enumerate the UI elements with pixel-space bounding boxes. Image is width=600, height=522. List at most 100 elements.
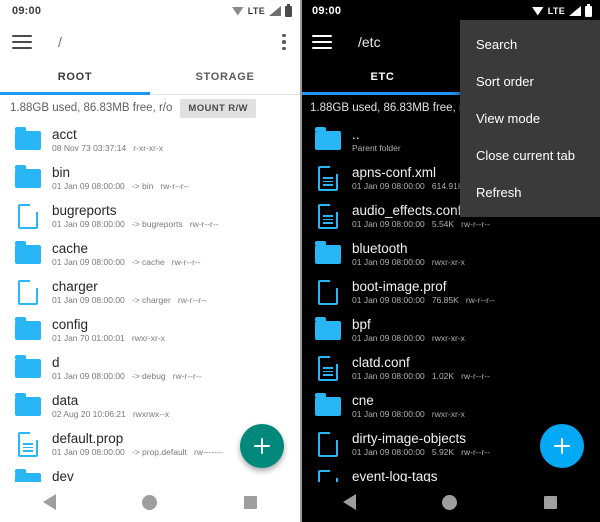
left-phone-screen: 09:00 LTE / ROOT STORAGE 1.88GB used, 86… [0,0,300,522]
tab-storage[interactable]: STORAGE [150,62,300,92]
file-list-item[interactable]: cne 01 Jan 09 08:00:00 rwxr-xr-x [300,387,600,425]
storage-info-strip: 1.88GB used, 86.83MB free, r/o MOUNT R/W [0,95,300,121]
battery-icon [585,3,592,17]
file-name-label: config [52,316,89,332]
storage-usage-label: 1.88GB used, 86.83MB free, r/o [310,102,473,114]
file-item-meta: d 01 Jan 09 08:00:00 -> debug rw-r--r-- [52,355,292,382]
folder-icon [15,126,41,150]
tab-active-indicator [0,92,150,95]
file-name-label: cache [52,240,89,256]
file-list-item[interactable]: bluetooth 01 Jan 09 08:00:00 rwxr-xr-x [300,235,600,273]
file-icon [318,203,338,229]
hamburger-menu-icon[interactable] [12,35,32,49]
right-phone-screen: 09:00 LTE /etc ETC 1.88GB used, 86.83MB … [300,0,600,522]
back-icon[interactable] [343,494,357,510]
status-clock: 09:00 [12,5,42,17]
recents-icon[interactable] [243,495,257,509]
file-details-label: 01 Jan 09 08:00:00 rwxr-xr-x [352,408,465,419]
add-fab-button[interactable] [540,424,584,468]
file-name-label: boot-image.prof [352,278,447,294]
file-details-label: 01 Jan 70 01:00:01 rwxr-xr-x [52,332,165,343]
status-bar: 09:00 LTE [300,0,600,22]
file-item-meta: boot-image.prof 01 Jan 09 08:00:00 76.85K… [352,279,592,306]
recents-icon[interactable] [543,495,557,509]
file-name-label: bugreports [52,202,117,218]
current-path-label: /etc [358,34,381,50]
signal-icon [269,6,281,16]
file-details-label: 01 Jan 09 08:00:00 -> bugreports rw-r--r… [52,218,219,229]
file-list-item[interactable]: config 01 Jan 70 01:00:01 rwxr-xr-x [0,311,300,349]
file-list-item[interactable]: acct 08 Nov 73 03:37:14 r-xr-xr-x [0,121,300,159]
file-name-label: bluetooth [352,240,408,256]
tab-root[interactable]: ROOT [0,62,150,92]
file-list-item[interactable]: cache 01 Jan 09 08:00:00 -> cache rw-r--r… [0,235,300,273]
home-icon[interactable] [442,494,458,510]
home-icon[interactable] [142,494,158,510]
file-icon [318,431,338,457]
file-name-label: cne [352,392,374,408]
overflow-dropdown-menu[interactable]: Search Sort order View mode Close current t… [460,20,600,217]
file-item-meta: clatd.conf 01 Jan 09 08:00:00 1.02K rw-r-… [352,355,592,382]
wifi-icon [531,6,544,16]
file-list-item[interactable]: bpf 01 Jan 09 08:00:00 rwxr-xr-x [300,311,600,349]
file-icon [318,355,338,381]
file-details-label: 01 Jan 09 08:00:00 -> cache rw-r--r-- [52,256,201,267]
wifi-icon [231,6,244,16]
system-navigation-bar [0,482,300,522]
file-icon [18,279,38,305]
file-list-item[interactable]: data 02 Aug 20 10:06:21 rwxrwx--x [0,387,300,425]
file-item-meta: bugreports 01 Jan 09 08:00:00 -> bugrepor… [52,203,292,230]
file-icon [318,165,338,191]
folder-icon [315,126,341,150]
status-bar: 09:00 LTE [0,0,300,22]
file-details-label: 01 Jan 09 08:00:00 5.54K rw-r--r-- [352,218,490,229]
file-item-meta: cne 01 Jan 09 08:00:00 rwxr-xr-x [352,393,592,420]
file-list-item[interactable]: clatd.conf 01 Jan 09 08:00:00 1.02K rw-r-… [300,349,600,387]
file-list-item[interactable]: charger 01 Jan 09 08:00:00 -> charger rw-… [0,273,300,311]
folder-icon [315,240,341,264]
tab-bar: ROOT STORAGE [0,62,300,95]
overflow-menu-icon[interactable] [276,32,288,53]
file-details-label: 01 Jan 09 08:00:00 rwxr-xr-x [352,332,465,343]
file-details-label: 01 Jan 09 08:00:00 -> bin rw-r--r-- [52,180,190,191]
plus-icon [554,438,570,454]
file-icon-lines [323,215,333,224]
storage-usage-label: 1.88GB used, 86.83MB free, r/o [10,102,173,114]
file-details-label: 01 Jan 09 08:00:00 -> charger rw-r--r-- [52,294,207,305]
file-list-item[interactable]: d 01 Jan 09 08:00:00 -> debug rw-r--r-- [0,349,300,387]
dual-screenshot-container: 09:00 LTE / ROOT STORAGE 1.88GB used, 86… [0,0,600,522]
app-toolbar: / [0,22,300,62]
menu-item-sort-order[interactable]: Sort order [460,63,600,100]
file-icon-lines [323,367,333,376]
folder-icon [315,316,341,340]
network-type-label: LTE [247,6,265,16]
folder-icon [15,354,41,378]
file-icon [18,431,38,457]
file-item-meta: bluetooth 01 Jan 09 08:00:00 rwxr-xr-x [352,241,592,268]
hamburger-menu-icon[interactable] [312,35,332,49]
menu-item-close-current-tab[interactable]: Close current tab [460,137,600,174]
file-details-label: 01 Jan 09 08:00:00 rwxr-xr-x [352,256,465,267]
folder-icon [15,240,41,264]
mount-rw-button[interactable]: MOUNT R/W [180,98,256,118]
file-list-item[interactable]: bin 01 Jan 09 08:00:00 -> bin rw-r--r-- [0,159,300,197]
file-name-label: acct [52,126,77,142]
file-name-label: clatd.conf [352,354,410,370]
back-icon[interactable] [43,494,57,510]
menu-item-refresh[interactable]: Refresh [460,174,600,211]
file-details-label: 01 Jan 09 08:00:00 -> debug rw-r--r-- [52,370,202,381]
tab-strip: ROOT STORAGE [0,62,300,92]
status-icons: LTE [231,3,292,17]
add-fab-button[interactable] [240,424,284,468]
file-list-item[interactable]: bugreports 01 Jan 09 08:00:00 -> bugrepor… [0,197,300,235]
file-list-item[interactable]: boot-image.prof 01 Jan 09 08:00:00 76.85K… [300,273,600,311]
folder-icon [15,164,41,188]
file-name-label: charger [52,278,98,294]
file-item-meta: cache 01 Jan 09 08:00:00 -> cache rw-r--r… [52,241,292,268]
menu-item-view-mode[interactable]: View mode [460,100,600,137]
tab-etc[interactable]: ETC [300,62,465,92]
file-item-meta: data 02 Aug 20 10:06:21 rwxrwx--x [52,393,292,420]
file-icon [318,279,338,305]
file-details-label: 08 Nov 73 03:37:14 r-xr-xr-x [52,142,164,153]
menu-item-search[interactable]: Search [460,26,600,63]
